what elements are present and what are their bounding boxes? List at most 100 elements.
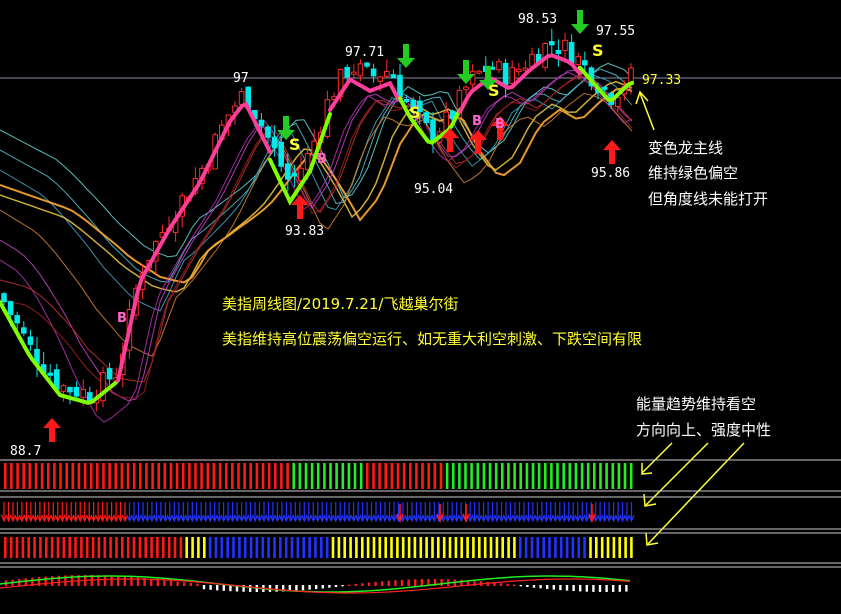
strip-bar bbox=[402, 463, 406, 489]
strip-bar bbox=[454, 537, 458, 558]
strip-bar bbox=[466, 537, 469, 558]
strip-bar bbox=[74, 537, 77, 558]
macd-bar bbox=[546, 585, 549, 590]
candle-body bbox=[21, 327, 27, 334]
macd-bar bbox=[565, 585, 569, 591]
strip-bar bbox=[144, 537, 147, 558]
arrow-shaft bbox=[297, 205, 303, 219]
macd-bar bbox=[189, 582, 192, 586]
strip-bar bbox=[206, 463, 210, 489]
arrow-shaft bbox=[475, 140, 481, 154]
candle-body bbox=[351, 71, 357, 75]
strip-bar bbox=[40, 463, 44, 489]
strip-bar bbox=[343, 537, 346, 558]
macd-bar bbox=[579, 585, 582, 592]
strip-bar bbox=[261, 463, 265, 489]
strip-bar bbox=[121, 537, 124, 558]
arrow-shaft bbox=[49, 428, 55, 442]
candle-body bbox=[285, 163, 291, 180]
strip-bar bbox=[34, 463, 38, 489]
strip-bar bbox=[39, 537, 42, 558]
strip-bar bbox=[349, 537, 352, 558]
macd-bar bbox=[374, 581, 377, 586]
macd-bar bbox=[598, 585, 602, 592]
energy-note-line-2: 方向向上、强度中性 bbox=[636, 421, 771, 439]
candle-body bbox=[291, 173, 298, 177]
strip-bar bbox=[145, 463, 148, 489]
candle-body bbox=[430, 119, 436, 141]
buy-signal-label: B bbox=[495, 117, 505, 132]
strip-bar bbox=[629, 463, 633, 489]
macd-bar bbox=[414, 579, 417, 586]
candle-body bbox=[568, 42, 575, 64]
strip-bar bbox=[255, 537, 259, 558]
macd-bar bbox=[440, 579, 443, 586]
macd-bar bbox=[117, 575, 120, 586]
strip-bar bbox=[197, 537, 200, 558]
strip-bar bbox=[470, 463, 473, 489]
sell-signal-label: S bbox=[289, 135, 301, 154]
strip-bar bbox=[132, 537, 136, 558]
strip-bar bbox=[62, 537, 66, 558]
strip-bar bbox=[298, 463, 302, 489]
strip-bar bbox=[542, 537, 545, 558]
strip-bar bbox=[559, 537, 563, 558]
strip-bar bbox=[548, 537, 551, 558]
candle-body bbox=[516, 68, 522, 73]
candle-body bbox=[80, 388, 87, 398]
candle-body bbox=[390, 74, 397, 79]
strip-bar bbox=[167, 537, 171, 558]
strip-bar bbox=[433, 463, 437, 489]
strip-bar bbox=[85, 537, 89, 558]
strip-bar bbox=[21, 537, 25, 558]
strip-bar bbox=[273, 537, 276, 558]
strip-bar bbox=[577, 537, 581, 558]
strip-bar bbox=[556, 463, 559, 489]
strip-bar bbox=[10, 463, 13, 489]
strip-bar bbox=[4, 463, 7, 489]
strip-bar bbox=[624, 537, 627, 558]
strip-bar bbox=[310, 463, 314, 489]
strip-bar bbox=[151, 463, 154, 489]
strip-bar bbox=[524, 537, 528, 558]
macd-bar bbox=[513, 584, 516, 586]
arrow-shaft bbox=[577, 10, 583, 24]
macd-bar bbox=[51, 576, 54, 586]
strip-bar bbox=[476, 463, 480, 489]
macd-bar bbox=[532, 585, 536, 588]
strip-bar bbox=[89, 463, 93, 489]
candle-body bbox=[47, 372, 54, 376]
macd-bar bbox=[552, 585, 555, 590]
macd-bar bbox=[499, 583, 503, 586]
buy-signal-label: B bbox=[317, 152, 327, 167]
price-label-97: 97 bbox=[233, 71, 249, 86]
strip-bar bbox=[188, 463, 191, 489]
strip-bar bbox=[525, 463, 529, 489]
strip-bar bbox=[359, 463, 363, 489]
strip-bar bbox=[489, 537, 493, 558]
strip-bar bbox=[249, 537, 253, 558]
strip-bar bbox=[401, 537, 405, 558]
strip-bar bbox=[618, 537, 621, 558]
strip-bar bbox=[220, 537, 224, 558]
macd-bar bbox=[321, 585, 324, 589]
candle-body bbox=[106, 368, 113, 380]
strip-bar bbox=[200, 463, 203, 489]
strip-bar bbox=[59, 463, 62, 489]
strip-bar bbox=[472, 537, 475, 558]
strip-bar bbox=[571, 537, 575, 558]
strip-bar bbox=[138, 537, 142, 558]
macd-bar bbox=[275, 585, 278, 592]
strip-bar bbox=[181, 463, 185, 489]
macd-bar bbox=[44, 576, 47, 586]
macd-bar bbox=[400, 579, 404, 586]
strip-bar bbox=[80, 537, 83, 558]
macd-bar bbox=[308, 585, 311, 590]
macd-bar bbox=[506, 583, 509, 586]
strip-bar bbox=[108, 463, 111, 489]
strip-bar bbox=[302, 537, 305, 558]
strip-bar bbox=[396, 537, 399, 558]
candle-body bbox=[304, 152, 311, 171]
strip-bar bbox=[77, 463, 81, 489]
strip-bar bbox=[337, 537, 341, 558]
